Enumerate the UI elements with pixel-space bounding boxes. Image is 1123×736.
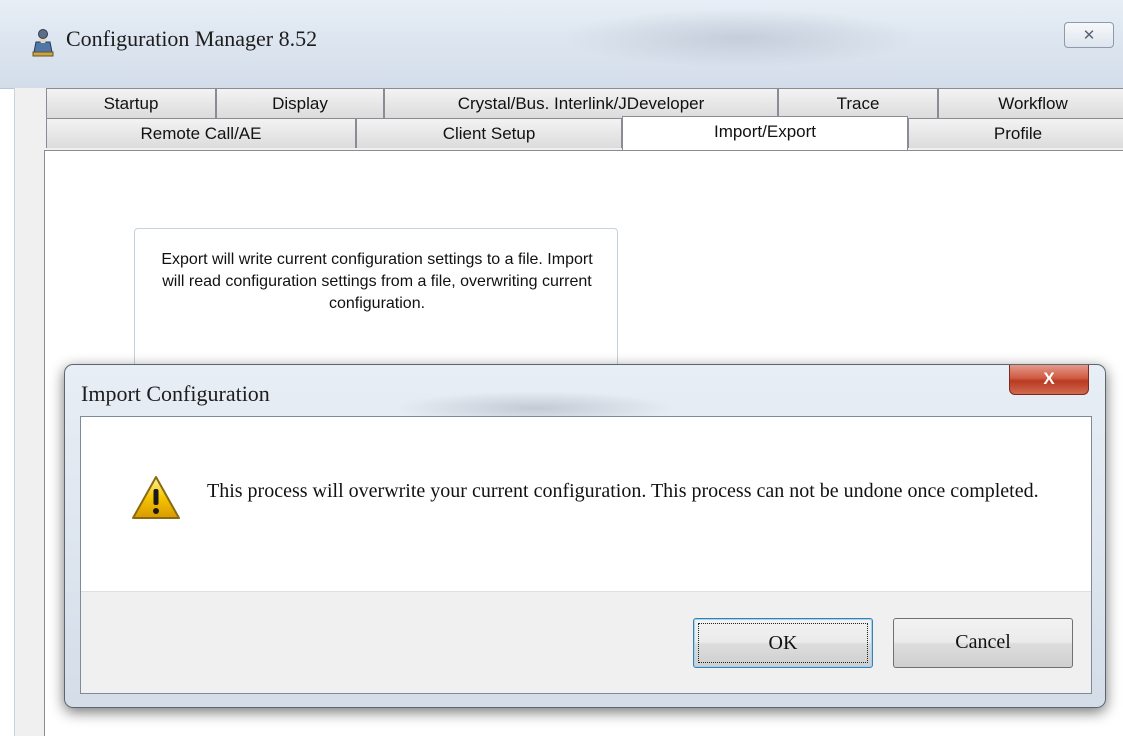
- info-box: Export will write current configuration …: [134, 228, 618, 378]
- title-bar[interactable]: Configuration Manager 8.52 ✕: [0, 0, 1123, 89]
- title-bar-glare: [560, 8, 920, 68]
- tab-import-export[interactable]: Import/Export: [622, 116, 908, 150]
- cancel-button[interactable]: Cancel: [893, 618, 1073, 668]
- dialog-title: Import Configuration: [81, 381, 270, 406]
- tab-display[interactable]: Display: [216, 88, 384, 118]
- info-text: Export will write current configuration …: [161, 251, 593, 312]
- ok-button[interactable]: OK: [693, 618, 873, 668]
- app-icon: [32, 29, 54, 57]
- dialog-content: This process will overwrite your current…: [81, 417, 1091, 591]
- tab-trace[interactable]: Trace: [778, 88, 938, 118]
- dialog-message: This process will overwrite your current…: [207, 480, 1039, 502]
- app-title: Configuration Manager 8.52: [66, 26, 318, 51]
- import-configuration-dialog: Import Configuration X This process will…: [64, 364, 1106, 708]
- tab-client-setup[interactable]: Client Setup: [356, 118, 622, 148]
- tab-remote-call[interactable]: Remote Call/AE: [46, 118, 356, 148]
- dialog-body: This process will overwrite your current…: [80, 416, 1092, 694]
- tab-profile[interactable]: Profile: [908, 118, 1123, 148]
- dialog-close-button[interactable]: X: [1009, 365, 1089, 395]
- ok-button-label: OK: [698, 623, 868, 663]
- tab-workflow[interactable]: Workflow: [938, 88, 1123, 118]
- close-button[interactable]: ✕: [1064, 22, 1114, 48]
- tab-crystal-interlink[interactable]: Crystal/Bus. Interlink/JDeveloper: [384, 88, 778, 118]
- main-window: Configuration Manager 8.52 ✕ Startup Dis…: [0, 0, 1123, 736]
- tab-startup[interactable]: Startup: [46, 88, 216, 118]
- warning-icon: [132, 476, 180, 519]
- dialog-footer: OK Cancel: [81, 591, 1091, 693]
